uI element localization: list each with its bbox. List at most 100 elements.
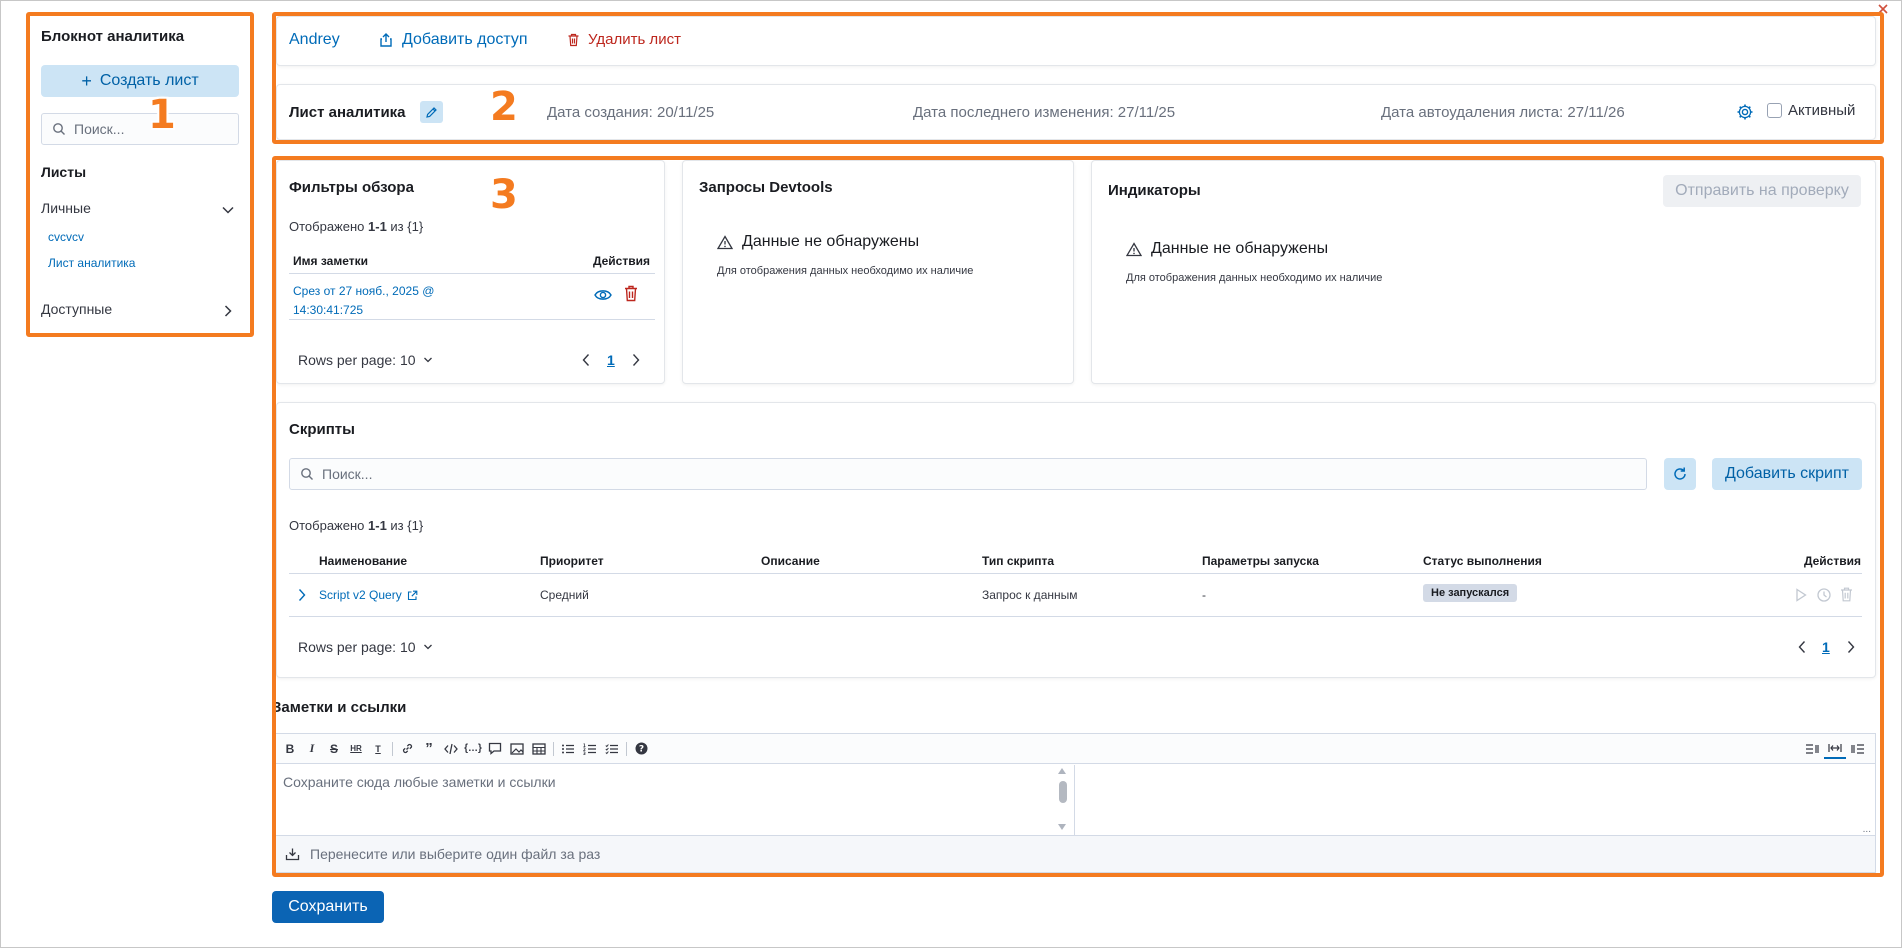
sidebar-item-cvcvcv[interactable]: cvcvcv [48, 230, 84, 244]
callout-3: 3 [490, 172, 518, 218]
devtools-empty: Данные не обнаружены [717, 233, 919, 251]
delete-script-icon[interactable] [1840, 587, 1853, 602]
col-script-actions: Действия [1803, 554, 1861, 568]
svg-text:?: ? [638, 745, 643, 755]
image-icon[interactable] [506, 739, 528, 759]
scripts-panel: Скрипты Добавить скрипт Отображено 1-1 и… [276, 402, 1876, 678]
filters-page-number[interactable]: 1 [607, 352, 615, 368]
top-bar: Andrey Добавить доступ Удалить лист [276, 16, 1876, 66]
scripts-next-page-icon[interactable] [1846, 640, 1856, 654]
eye-icon[interactable] [594, 288, 612, 302]
code-block-icon[interactable]: {…} [462, 739, 484, 759]
warning-icon [1126, 241, 1142, 257]
numbered-list-icon[interactable]: 123 [579, 739, 601, 759]
scripts-row-divider [289, 616, 1862, 617]
resize-handle[interactable]: ... [1863, 824, 1871, 835]
scripts-prev-page-icon[interactable] [1797, 640, 1807, 654]
filters-next-page-icon[interactable] [631, 353, 641, 367]
task-list-icon[interactable] [601, 739, 623, 759]
sidebar-item-analyst-sheet[interactable]: Лист аналитика [48, 256, 135, 270]
bold-button[interactable]: B [279, 739, 301, 759]
play-icon[interactable] [1795, 588, 1807, 602]
personal-group-toggle[interactable]: Личные [41, 200, 239, 220]
scrollbar-thumb[interactable] [1059, 781, 1067, 803]
created-date: Дата создания: 20/11/25 [547, 104, 715, 121]
scripts-rows-per-page[interactable]: Rows per page: 10 [298, 639, 433, 655]
trash-icon [567, 33, 580, 47]
comment-icon[interactable] [484, 739, 506, 759]
schedule-icon[interactable] [1816, 587, 1832, 603]
active-checkbox[interactable]: Активный [1767, 102, 1855, 119]
close-icon[interactable] [1876, 2, 1890, 16]
filters-prev-page-icon[interactable] [581, 353, 591, 367]
script-type: Запрос к данным [982, 588, 1078, 602]
refresh-icon [1672, 466, 1688, 482]
search-icon [300, 467, 314, 481]
available-group-toggle[interactable]: Доступные [41, 301, 239, 321]
user-link[interactable]: Andrey [289, 31, 340, 49]
horizontal-rule-button[interactable]: HR [345, 739, 367, 759]
delete-filter-icon[interactable] [624, 285, 638, 302]
add-access-button[interactable]: Добавить доступ [379, 31, 528, 49]
filters-rows-per-page[interactable]: Rows per page: 10 [298, 352, 433, 368]
toolbar-divider [553, 741, 554, 756]
sheets-heading: Листы [41, 164, 87, 180]
col-script-name: Наименование [319, 554, 408, 568]
preview-only-view-icon[interactable] [1847, 739, 1869, 759]
expand-row-icon[interactable] [297, 588, 307, 602]
file-dropzone[interactable]: Перенесите или выберите один файл за раз [275, 835, 1875, 872]
toolbar-divider [626, 741, 627, 756]
link-icon[interactable] [396, 739, 418, 759]
code-icon[interactable] [440, 739, 462, 759]
filters-shown-count: Отображено 1-1 из {1} [289, 219, 424, 234]
devtools-title: Запросы Devtools [699, 179, 833, 196]
filters-panel: Фильтры обзора Отображено 1-1 из {1} Имя… [276, 160, 665, 384]
indicators-title: Индикаторы [1108, 182, 1201, 199]
col-note-name: Имя заметки [293, 254, 368, 268]
scripts-search[interactable] [289, 458, 1647, 490]
scripts-search-input[interactable] [322, 466, 1646, 482]
quote-icon[interactable]: ” [418, 739, 440, 759]
split-view-icon[interactable] [1824, 739, 1846, 759]
chevron-down-icon [423, 642, 433, 652]
edit-sheet-name-button[interactable] [420, 101, 443, 123]
refresh-button[interactable] [1664, 458, 1696, 490]
col-priority: Приоритет [540, 554, 604, 568]
scrollbar-down-arrow[interactable] [1058, 824, 1066, 830]
search-icon [52, 122, 66, 136]
gear-icon[interactable] [1736, 103, 1754, 121]
col-script-type: Тип скрипта [982, 554, 1055, 568]
submit-review-button[interactable]: Отправить на проверку [1663, 175, 1861, 207]
scripts-page-number[interactable]: 1 [1822, 639, 1830, 655]
filters-title: Фильтры обзора [289, 179, 414, 196]
col-run-params: Параметры запуска [1202, 554, 1319, 568]
col-description: Описание [761, 554, 820, 568]
indicators-empty-desc: Для отображения данных необходимо их нал… [1126, 272, 1383, 284]
checkbox-box[interactable] [1767, 103, 1782, 118]
help-icon[interactable]: ? [630, 739, 652, 759]
table-icon[interactable] [528, 739, 550, 759]
add-script-button[interactable]: Добавить скрипт [1712, 458, 1862, 490]
filter-row-link[interactable]: Срез от 27 нояб., 2025 @ 14:30:41:725 [293, 282, 434, 320]
editor-only-view-icon[interactable] [1801, 739, 1823, 759]
bullet-list-icon[interactable] [557, 739, 579, 759]
scrollbar-up-arrow[interactable] [1058, 768, 1066, 774]
sidebar-search[interactable] [41, 113, 239, 145]
script-name-link[interactable]: Script v2 Query [319, 588, 418, 602]
script-params: - [1202, 588, 1206, 602]
save-button[interactable]: Сохранить [272, 891, 384, 923]
warning-icon [717, 234, 733, 250]
devtools-panel: Запросы Devtools Данные не обнаружены Дл… [682, 160, 1074, 384]
title-button[interactable]: T [367, 739, 389, 759]
col-actions: Действия [592, 254, 650, 268]
toolbar-divider [392, 741, 393, 756]
download-tray-icon [285, 847, 300, 861]
create-sheet-button[interactable]: + Создать лист [41, 65, 239, 97]
delete-sheet-button[interactable]: Удалить лист [567, 31, 681, 48]
italic-button[interactable]: I [301, 739, 323, 759]
plus-icon: + [81, 70, 92, 91]
strikethrough-button[interactable]: S [323, 739, 345, 759]
editor-toolbar: B I S HR T ” {…} 123 ? [275, 734, 1875, 764]
notes-textarea[interactable]: Сохраните сюда любые заметки и ссылки [275, 765, 1075, 835]
sheet-name: Лист аналитика [289, 104, 406, 121]
